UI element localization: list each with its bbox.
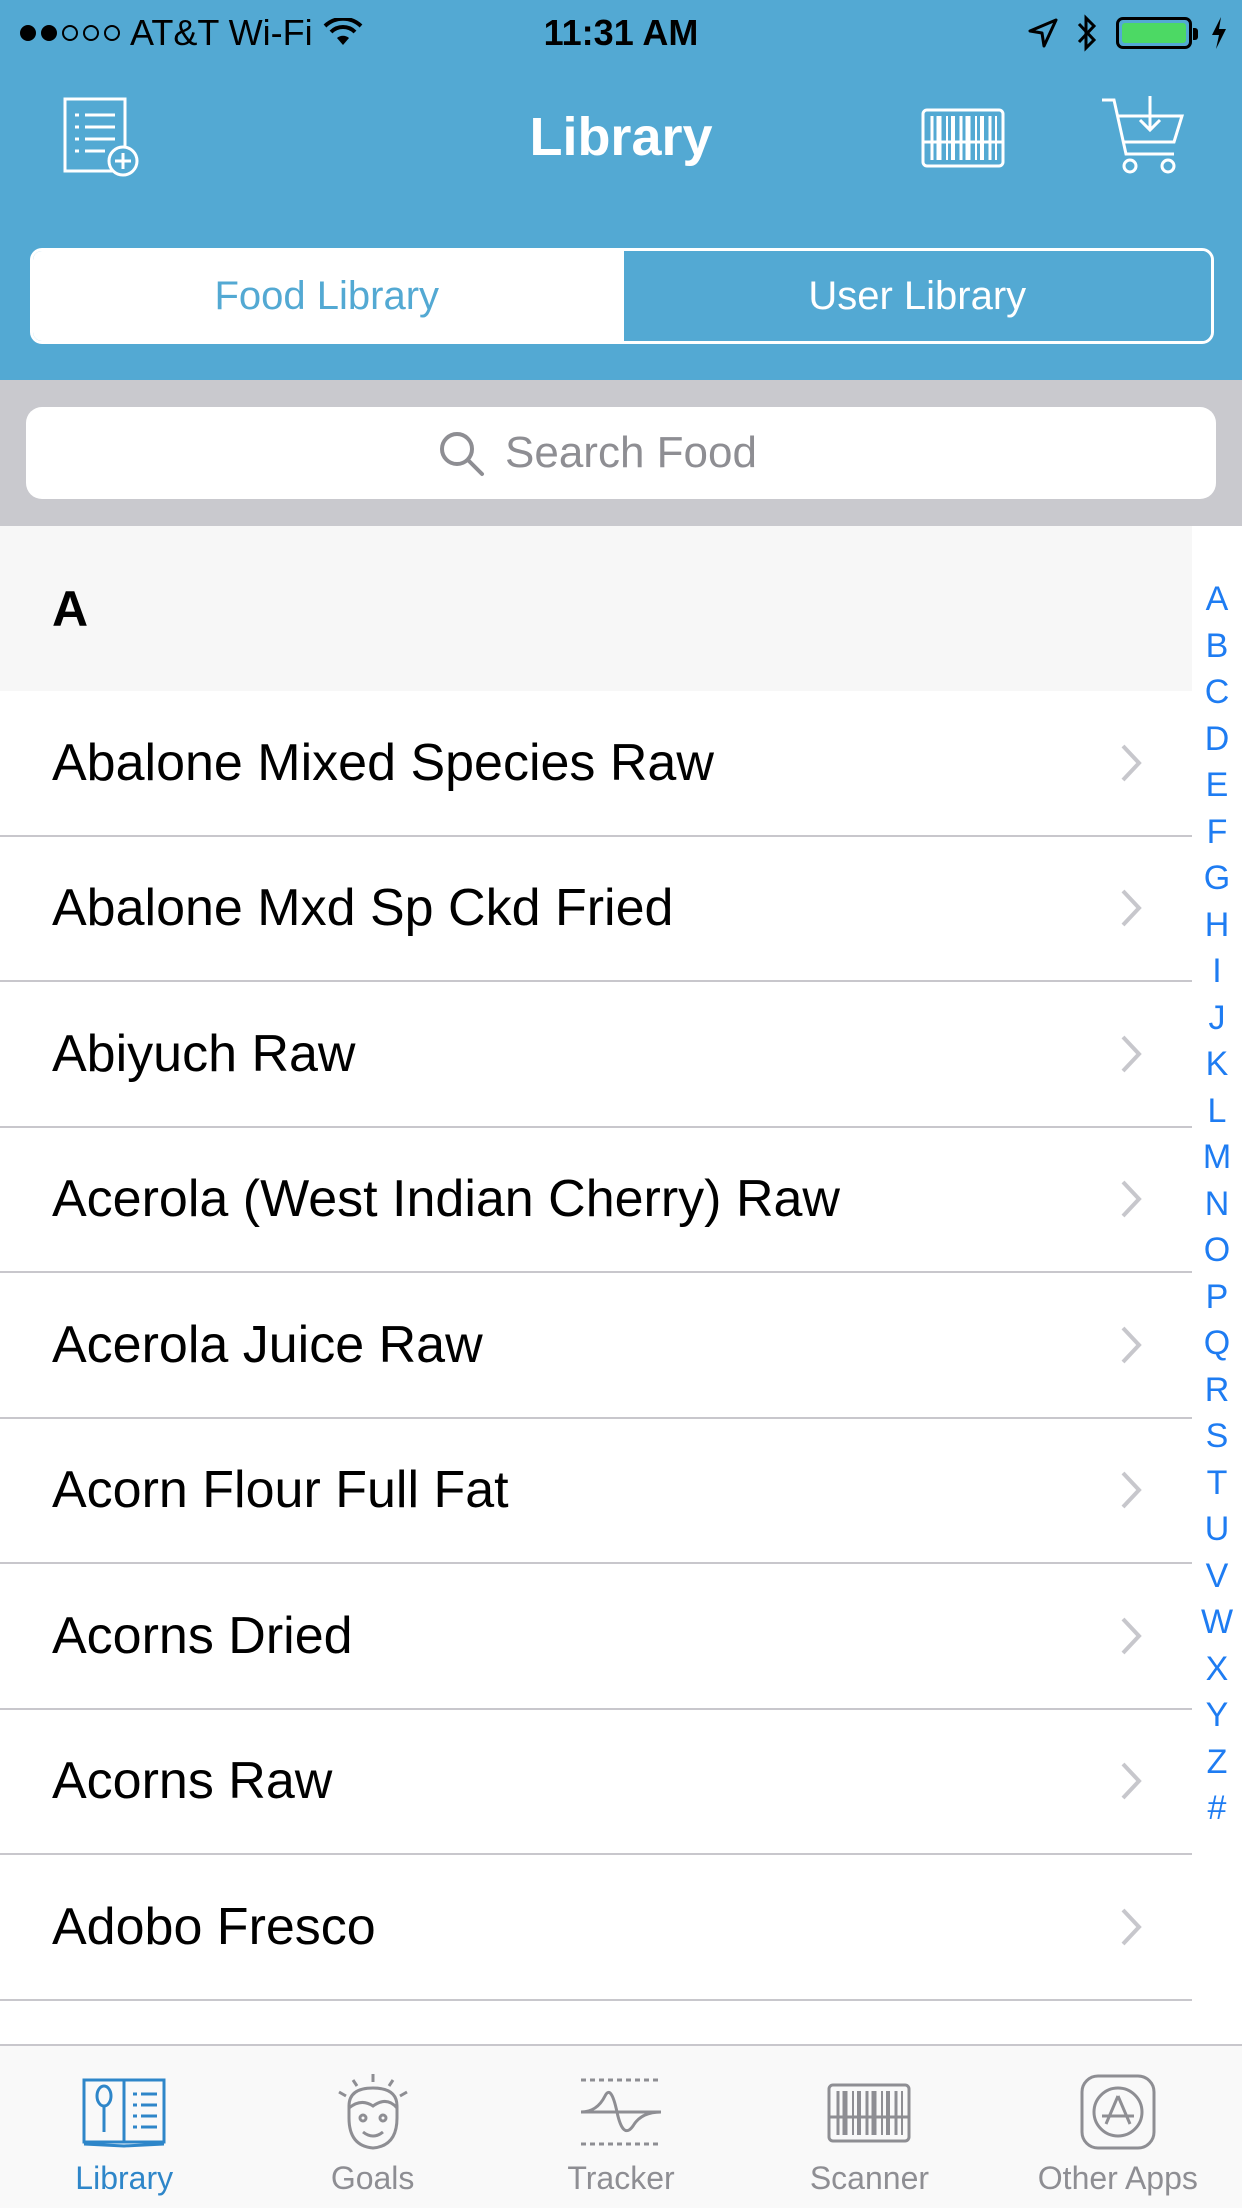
library-book-icon [82, 2078, 166, 2148]
index-letter[interactable]: # [1208, 1785, 1227, 1832]
app-store-icon [1080, 2074, 1156, 2150]
page-title: Library [529, 107, 713, 167]
tab-food-library[interactable]: Food Library [33, 251, 621, 341]
goals-face-icon [337, 2074, 408, 2150]
tab-other-apps-label: Other Apps [1037, 2160, 1198, 2196]
location-arrow-icon [1028, 18, 1058, 48]
index-letter[interactable]: H [1205, 902, 1230, 949]
index-letter[interactable]: Q [1204, 1320, 1230, 1367]
nav-bar: Library Food Library User Library [0, 66, 1242, 380]
battery-fill [1122, 23, 1186, 43]
index-letter[interactable]: I [1212, 948, 1221, 995]
index-letter[interactable]: F [1207, 809, 1228, 856]
chevron-right-icon [1121, 1180, 1142, 1218]
chevron-right-icon [1121, 1471, 1142, 1509]
barcode-scan-button[interactable] [918, 92, 1008, 182]
alphabet-index: A B C D E F G H I J K L M N O P Q R S T U V W X Y Z # [1192, 576, 1242, 1832]
index-letter[interactable]: X [1206, 1646, 1229, 1693]
index-letter[interactable]: N [1205, 1181, 1230, 1228]
index-letter[interactable]: U [1205, 1506, 1230, 1553]
index-letter[interactable]: G [1204, 855, 1230, 902]
search-box[interactable] [26, 407, 1216, 499]
index-letter[interactable]: D [1205, 716, 1230, 763]
index-letter[interactable]: T [1207, 1460, 1228, 1507]
list-item[interactable]: Acorns Dried [0, 1564, 1192, 1710]
list-item[interactable]: Adobo Fresco [0, 1855, 1192, 2001]
chevron-right-icon [1121, 1762, 1142, 1800]
search-area [0, 380, 1242, 526]
index-letter[interactable]: S [1206, 1413, 1229, 1460]
search-icon [440, 432, 484, 476]
battery-icon [1116, 17, 1198, 49]
tab-tracker[interactable]: Tracker [497, 2046, 745, 2208]
index-letter[interactable]: A [1206, 576, 1229, 623]
index-letter[interactable]: R [1205, 1367, 1230, 1414]
tab-scanner-label: Scanner [809, 2160, 930, 2196]
tab-goals[interactable]: Goals [248, 2046, 496, 2208]
index-letter[interactable]: C [1205, 669, 1230, 716]
index-letter[interactable]: Y [1206, 1692, 1229, 1739]
tab-tracker-label: Tracker [567, 2160, 675, 2196]
list-item[interactable]: Abalone Mxd Sp Ckd Fried [0, 837, 1192, 982]
list-item[interactable]: Acorns Raw [0, 1710, 1192, 1855]
list-item-label: Acorn Flour Full Fat [52, 1461, 509, 1520]
list-item[interactable]: Acerola (West Indian Cherry) Raw [0, 1128, 1192, 1273]
chevron-right-icon [1121, 1617, 1142, 1655]
index-letter[interactable]: P [1206, 1274, 1229, 1321]
barcode-icon [921, 108, 1005, 168]
list-item-label: Acerola Juice Raw [52, 1315, 483, 1374]
list-item[interactable]: Abalone Mixed Species Raw [0, 691, 1192, 837]
status-bar: AT&T Wi-Fi 11:31 AM [0, 0, 1242, 66]
cart-download-button[interactable] [1098, 92, 1188, 182]
status-right [1028, 14, 1228, 52]
tracker-wave-icon [580, 2078, 662, 2146]
tab-user-library[interactable]: User Library [620, 251, 1211, 341]
tab-scanner[interactable]: Scanner [745, 2046, 993, 2208]
index-letter[interactable]: Z [1207, 1739, 1228, 1786]
chevron-right-icon [1121, 1908, 1142, 1946]
list-item-label: Abalone Mixed Species Raw [52, 733, 714, 792]
list-item-label: Acerola (West Indian Cherry) Raw [52, 1170, 840, 1229]
cart-download-icon [1102, 96, 1185, 174]
index-letter[interactable]: W [1201, 1599, 1233, 1646]
tab-library-label: Library [75, 2160, 174, 2196]
list-item[interactable]: Acerola Juice Raw [0, 1273, 1192, 1419]
list-item-label: Abiyuch Raw [52, 1024, 356, 1083]
scanner-barcode-icon [827, 2083, 911, 2143]
chevron-right-icon [1121, 1326, 1142, 1364]
list-item-label: Acorns Raw [52, 1752, 333, 1811]
index-letter[interactable]: K [1206, 1041, 1229, 1088]
index-letter[interactable]: J [1209, 995, 1226, 1042]
bluetooth-icon [1077, 14, 1097, 52]
list-item[interactable]: Acorn Flour Full Fat [0, 1419, 1192, 1564]
chevron-right-icon [1121, 1035, 1142, 1073]
index-letter[interactable]: O [1204, 1227, 1230, 1274]
food-rows: Abalone Mixed Species Raw Abalone Mxd Sp … [0, 691, 1192, 2001]
tab-goals-label: Goals [330, 2160, 415, 2196]
chevron-right-icon [1121, 889, 1142, 927]
index-letter[interactable]: L [1208, 1088, 1227, 1135]
charging-bolt-icon [1212, 17, 1226, 49]
chevron-right-icon [1121, 744, 1142, 782]
tab-library[interactable]: Library [0, 2046, 248, 2208]
library-segmented-control: Food Library User Library [30, 248, 1214, 344]
list-item-label: Abalone Mxd Sp Ckd Fried [52, 879, 674, 938]
list-item-label: Adobo Fresco [52, 1897, 376, 1956]
index-letter[interactable]: V [1206, 1553, 1229, 1600]
tab-bar: Library Goals Tracker Scanner Other Apps [0, 2044, 1242, 2208]
index-letter[interactable]: M [1203, 1134, 1231, 1181]
section-header: A [0, 526, 1192, 691]
food-list: A Abalone Mixed Species Raw Abalone Mxd S… [0, 526, 1242, 2044]
tab-other-apps[interactable]: Other Apps [994, 2046, 1242, 2208]
list-item-label: Acorns Dried [52, 1606, 353, 1665]
index-letter[interactable]: B [1206, 623, 1229, 670]
search-input[interactable] [505, 428, 805, 478]
list-item[interactable]: Abiyuch Raw [0, 982, 1192, 1128]
index-letter[interactable]: E [1206, 762, 1229, 809]
